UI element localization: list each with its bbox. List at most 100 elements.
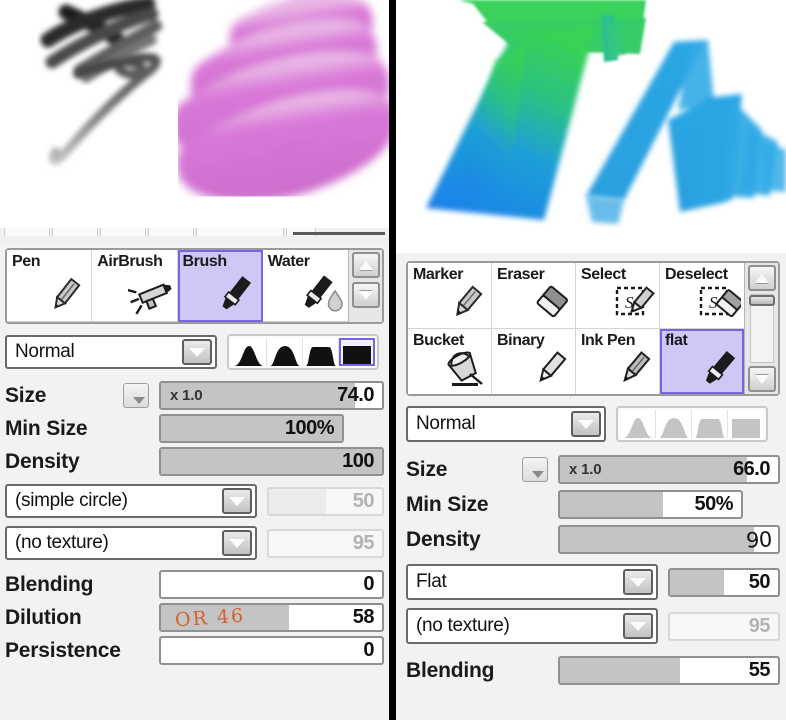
tab-partial-3[interactable] [100,228,146,236]
chevron-down-icon[interactable] [222,530,252,556]
min-size-slider[interactable]: 50% [558,490,743,519]
slider-fill [670,569,724,595]
brush-texture-slider[interactable]: 95 [668,611,780,641]
param-row-persistence: Persistence 0 [5,634,384,667]
size-slider[interactable]: x 1.0 66.0 [558,455,780,484]
airbrush-icon [125,273,174,320]
blending-slider[interactable]: 0 [159,570,384,599]
shape-soft-peak[interactable] [231,338,267,366]
blending-slider[interactable]: 55 [558,656,780,685]
param-row-blending: Blending 0 [5,568,384,601]
blend-mode-value: Normal [416,413,476,434]
param-label: Density [406,527,481,551]
blend-mode-dropdown[interactable]: Normal [406,406,606,442]
scroll-up-arrow[interactable] [351,252,380,278]
brush-texture-slider-value: 95 [352,531,375,554]
brush-texture-dropdown[interactable]: (no texture) [5,526,257,560]
tool-label: Marker [413,266,464,283]
chevron-down-icon[interactable] [571,411,601,437]
tool-cell-deselect[interactable]: Deselect S [660,263,744,329]
density-value: 90 [745,526,773,553]
marker-icon [446,284,488,327]
brush-shape-slider-value: 50 [352,489,375,512]
brush-shape-value: Flat [416,571,447,592]
ink-pen-icon [614,348,656,393]
tool-cell-select[interactable]: Select S [576,263,660,329]
shape-flat-top[interactable] [303,338,339,366]
brush-shape-dropdown[interactable]: Flat [406,564,658,600]
tool-label: Select [581,266,626,283]
brush-icon [213,273,259,320]
size-multiplier-dropdown[interactable] [522,457,548,482]
slider-fill [560,492,664,517]
param-label: Min Size [406,492,489,516]
param-label: Min Size [5,416,88,440]
tab-partial-1[interactable] [4,228,50,236]
shape-round-dome[interactable] [267,338,303,366]
scroll-down-arrow[interactable] [351,282,380,308]
tool-cell-bucket[interactable]: Bucket [408,328,492,394]
size-slider[interactable]: x 1.0 74.0 [159,381,384,410]
tool-grid-scrollbar-left[interactable] [348,250,382,322]
brush-stroke-preview-left[interactable] [0,0,389,228]
tool-cell-binary[interactable]: Binary [492,328,576,394]
blend-mode-dropdown[interactable]: Normal [5,335,217,369]
tool-cell-water[interactable]: Water [262,250,348,322]
tool-cell-ink-pen[interactable]: Ink Pen [576,328,660,394]
brush-texture-slider[interactable]: 95 [267,528,384,558]
brush-shape-row: Flat 50 [406,564,780,600]
dilution-value: 58 [352,606,375,628]
chevron-down-icon[interactable] [182,339,212,365]
tool-cell-flat[interactable]: flat [660,328,744,394]
min-size-value: 100% [284,417,335,439]
tool-cell-eraser[interactable]: Eraser [492,263,576,329]
tool-grid-left[interactable]: Pen AirBrush Brush Water [5,248,384,324]
tab-partial-2[interactable] [52,228,98,236]
min-size-slider[interactable]: 100% [159,414,344,443]
blending-value: 0 [363,573,374,595]
tool-cell-marker[interactable]: Marker [408,263,492,329]
brush-shape-dropdown[interactable]: (simple circle) [5,484,257,518]
blend-mode-value: Normal [15,341,75,362]
slider-fill [269,488,326,514]
size-multiplier-value: x 1.0 [170,387,203,404]
tool-label: Pen [12,253,41,270]
density-slider[interactable]: 100 [159,447,384,476]
density-slider[interactable]: 90 [558,525,780,554]
tab-partial-4[interactable] [148,228,194,236]
tool-cell-brush[interactable]: Brush [177,250,263,322]
chevron-down-icon[interactable] [222,488,252,514]
tool-cell-pen[interactable]: Pen [7,250,93,322]
tab-partial-5[interactable] [196,228,284,236]
param-row-size: Size x 1.0 66.0 [406,452,780,487]
bucket-icon [444,348,488,393]
scroll-down-arrow[interactable] [747,366,776,392]
brush-texture-row: (no texture) 95 [406,608,780,644]
tool-cell-airbrush[interactable]: AirBrush [92,250,178,322]
shape-hard-square[interactable] [339,338,375,366]
brush-shape-slider[interactable]: 50 [267,486,384,516]
brush-shape-slider[interactable]: 50 [668,567,780,597]
deselect-icon: S [697,284,744,327]
scroll-up-arrow[interactable] [747,265,776,291]
tool-grid-right[interactable]: Marker Eraser Select S Deselect S Bucket… [406,261,780,396]
size-multiplier-dropdown[interactable] [123,383,149,408]
tool-label: AirBrush [97,253,163,270]
persistence-slider[interactable]: 0 [159,636,384,665]
chevron-down-icon[interactable] [623,613,653,639]
brush-stroke-preview-right[interactable] [396,0,786,253]
brush-edge-shape-row[interactable] [227,334,379,370]
panel-divider [389,0,396,720]
brush-shape-slider-value: 50 [748,570,771,593]
brush-texture-slider-value: 95 [748,614,771,637]
brush-texture-dropdown[interactable]: (no texture) [406,608,658,644]
shape-flat-top [692,410,728,438]
tab-strip-rule [293,232,385,235]
panel-tab-strip[interactable] [0,228,389,244]
dilution-slider[interactable]: OR 46 58 [159,603,384,632]
tool-grid-scrollbar-right[interactable] [744,263,778,394]
chevron-down-icon[interactable] [623,569,653,595]
scrollbar-thumb[interactable] [748,295,775,306]
screenshot-root: Pen AirBrush Brush Water Normal Size x 1… [0,0,786,720]
scrollbar-track[interactable] [748,294,775,363]
